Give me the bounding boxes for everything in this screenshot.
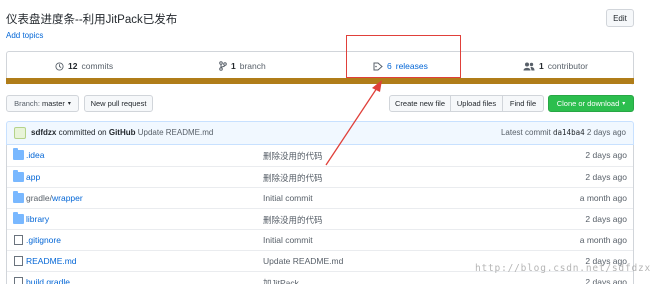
file-row[interactable]: .gitignore Initial commit a month ago — [7, 229, 633, 250]
file-icon — [14, 277, 23, 284]
file-row[interactable]: app 删除没用的代码 2 days ago — [7, 166, 633, 187]
commits-stat[interactable]: 12 commits — [55, 61, 113, 71]
file-name[interactable]: library — [26, 214, 49, 224]
new-pull-request-button[interactable]: New pull request — [84, 95, 153, 112]
history-icon — [55, 61, 64, 71]
file-commit-message[interactable]: Initial commit — [263, 235, 313, 245]
file-icon — [14, 256, 23, 266]
commit-sha[interactable]: da14ba4 — [553, 128, 585, 137]
file-row[interactable]: library 删除没用的代码 2 days ago — [7, 208, 633, 229]
file-commit-message[interactable]: Update README.md — [263, 256, 343, 266]
commits-label: commits — [81, 61, 114, 71]
file-name[interactable]: .idea — [26, 150, 44, 160]
commits-count: 12 — [68, 61, 78, 71]
people-icon — [523, 62, 535, 70]
commit-platform: GitHub — [108, 128, 136, 137]
file-icon — [14, 235, 23, 245]
file-name[interactable]: app — [26, 172, 40, 182]
file-commit-message[interactable]: 加JitPack — [263, 277, 299, 284]
folder-icon — [13, 212, 24, 224]
file-row[interactable]: .idea 删除没用的代码 2 days ago — [7, 145, 633, 166]
folder-icon — [13, 148, 24, 160]
commit-message[interactable]: Update README.md — [138, 128, 214, 137]
contributor-count: 1 — [539, 61, 544, 71]
language-bar — [6, 78, 634, 84]
latest-commit-label: Latest commit — [500, 128, 551, 137]
create-new-file-button[interactable]: Create new file — [389, 95, 451, 112]
file-name[interactable]: gradle/wrapper — [26, 193, 83, 203]
branch-prefix: Branch: — [14, 99, 40, 108]
file-row[interactable]: gradle/wrapper Initial commit a month ago — [7, 187, 633, 208]
file-commit-message[interactable]: 删除没用的代码 — [263, 172, 323, 184]
avatar[interactable] — [14, 127, 26, 139]
file-name-text: build.gradle — [26, 277, 70, 284]
file-name[interactable]: README.md — [26, 256, 77, 266]
file-name[interactable]: build.gradle — [26, 277, 70, 284]
repo-title: 仪表盘进度条--利用JitPack已发布 — [6, 14, 178, 26]
latest-commit-meta: Latest commit da14ba4 2 days ago — [501, 128, 626, 137]
file-path-prefix: gradle/ — [26, 193, 52, 203]
branch-label: branch — [239, 61, 266, 71]
file-age: a month ago — [579, 235, 627, 245]
file-name-text: .gitignore — [26, 235, 61, 245]
contributor-label: contributor — [547, 61, 588, 71]
file-commit-message[interactable]: 删除没用的代码 — [263, 214, 323, 226]
file-commit-message[interactable]: 删除没用的代码 — [263, 150, 323, 162]
commit-user[interactable]: sdfdzx — [31, 128, 56, 137]
file-name-text: README.md — [26, 256, 77, 266]
file-name-text: app — [26, 172, 41, 182]
upload-files-button[interactable]: Upload files — [451, 95, 503, 112]
folder-icon — [13, 170, 24, 182]
add-topics-link[interactable]: Add topics — [6, 31, 43, 40]
file-name-text: library — [26, 214, 50, 224]
latest-commit-bar: sdfdzx committed on GitHub Update README… — [6, 121, 634, 145]
file-age: a month ago — [579, 193, 627, 203]
file-age: 2 days ago — [585, 214, 627, 224]
committed-on-text: committed on — [58, 128, 107, 137]
contributor-stat[interactable]: 1 contributor — [523, 61, 588, 71]
commit-info: sdfdzx committed on GitHub Update README… — [31, 128, 213, 137]
folder-icon — [13, 191, 24, 203]
find-file-button[interactable]: Find file — [503, 95, 544, 112]
branch-stat[interactable]: 1 branch — [219, 61, 266, 71]
branch-select-button[interactable]: Branch: master ▾ — [6, 95, 79, 112]
file-name[interactable]: .gitignore — [26, 235, 61, 245]
branch-icon — [219, 61, 227, 71]
commit-age: 2 days ago — [586, 128, 626, 137]
edit-button[interactable]: Edit — [606, 9, 634, 27]
file-commit-message[interactable]: Initial commit — [263, 193, 313, 203]
clone-download-button[interactable]: Clone or download ▾ — [548, 95, 634, 112]
file-age: 2 days ago — [585, 172, 627, 182]
clone-label: Clone or download — [556, 99, 620, 108]
file-name-text: wrapper — [52, 193, 83, 203]
caret-down-icon: ▾ — [67, 101, 71, 107]
file-age: 2 days ago — [585, 277, 627, 284]
releases-highlight-box — [346, 35, 461, 78]
watermark: http://blog.csdn.net/sdfdzx — [475, 263, 650, 274]
caret-down-icon: ▾ — [622, 101, 626, 107]
file-name-text: .idea — [26, 150, 45, 160]
branch-value: master — [41, 99, 65, 108]
file-age: 2 days ago — [585, 150, 627, 160]
branch-count: 1 — [231, 61, 236, 71]
